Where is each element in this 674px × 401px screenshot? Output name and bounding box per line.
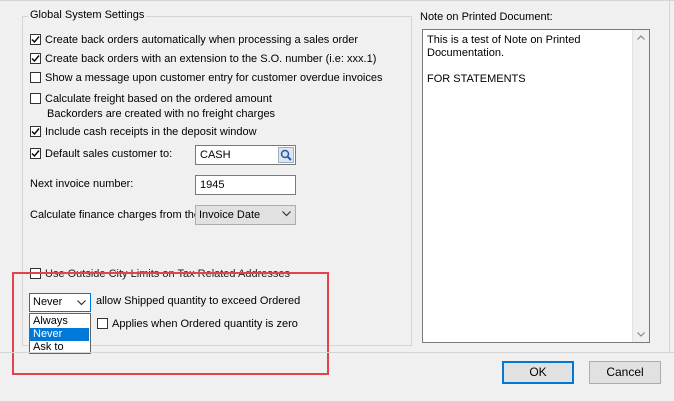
cash-receipts-checkbox[interactable] — [30, 126, 41, 137]
global-settings-title: Global System Settings — [28, 9, 147, 21]
freight-note: Backorders are created with no freight c… — [47, 108, 276, 120]
default-customer-checkbox[interactable] — [30, 148, 41, 159]
finance-select[interactable]: Invoice Date — [195, 205, 296, 225]
note-line-2: Documentation. — [427, 47, 505, 59]
calc-freight-checkbox[interactable] — [30, 93, 41, 104]
chevron-down-icon — [282, 211, 291, 217]
ok-button[interactable]: OK — [502, 361, 574, 384]
top-divider — [0, 0, 674, 1]
back-orders-ext-label: Create back orders with an extension to … — [45, 53, 377, 65]
scroll-up-icon[interactable] — [637, 35, 645, 40]
bottom-divider — [0, 352, 674, 353]
note-textarea[interactable]: This is a test of Note on Printed Docume… — [422, 29, 650, 343]
highlight-box — [12, 272, 329, 375]
note-line-1: This is a test of Note on Printed — [427, 34, 581, 46]
check-icon — [31, 128, 40, 136]
finance-value: Invoice Date — [199, 209, 261, 221]
finance-label: Calculate finance charges from the — [30, 209, 200, 221]
check-icon — [31, 55, 40, 63]
scroll-down-icon[interactable] — [637, 332, 645, 337]
default-customer-value: CASH — [200, 149, 231, 161]
check-icon — [31, 150, 40, 158]
check-icon — [31, 36, 40, 44]
note-title: Note on Printed Document: — [420, 11, 553, 23]
cancel-button[interactable]: Cancel — [589, 361, 661, 384]
next-invoice-field[interactable]: 1945 — [195, 175, 296, 195]
back-orders-auto-checkbox[interactable] — [30, 34, 41, 45]
overdue-message-checkbox[interactable] — [30, 72, 41, 83]
note-scrollbar[interactable] — [632, 30, 649, 342]
magnifier-icon[interactable] — [278, 147, 294, 163]
overdue-message-label: Show a message upon customer entry for c… — [45, 72, 383, 84]
calc-freight-label: Calculate freight based on the ordered a… — [45, 93, 272, 105]
back-orders-ext-checkbox[interactable] — [30, 53, 41, 64]
default-customer-label: Default sales customer to: — [45, 148, 173, 160]
next-invoice-label: Next invoice number: — [30, 178, 134, 190]
right-edge — [669, 0, 670, 352]
note-line-3: FOR STATEMENTS — [427, 73, 526, 85]
back-orders-auto-label: Create back orders automatically when pr… — [45, 34, 359, 46]
next-invoice-value: 1945 — [200, 179, 225, 191]
cash-receipts-label: Include cash receipts in the deposit win… — [45, 126, 257, 138]
